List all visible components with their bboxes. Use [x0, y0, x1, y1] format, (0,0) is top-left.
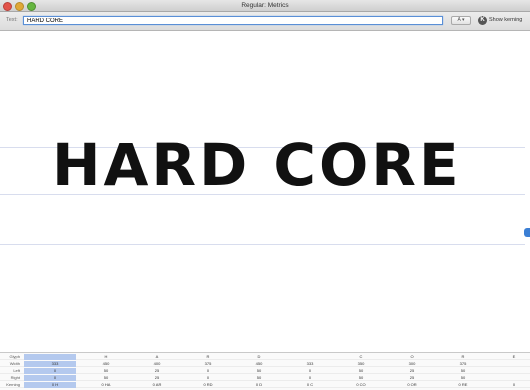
glyph-row: Glyph HARDCORE: [0, 354, 530, 360]
left-cell[interactable]: 50: [342, 368, 380, 374]
preview-text-input[interactable]: [23, 16, 443, 25]
right-row: Right 0 50 25 0 50 0 50 25 50: [0, 375, 530, 381]
kerning-cell[interactable]: 0 OR: [393, 382, 431, 388]
kerning-row: Kerning 0 H0 HA 0 AR 0 RD 0 D0 C0 CO 0 OR 0 R…: [0, 382, 530, 388]
preview-glyph-text: HARD CORE: [52, 131, 462, 199]
window-title: Regular: Metrics: [241, 2, 289, 9]
width-row: Width 333 450 400 375 450 333 350 300 375: [0, 361, 530, 367]
left-cell[interactable]: 0: [291, 368, 329, 374]
width-cell[interactable]: 333: [291, 361, 329, 367]
selected-cell: [24, 354, 76, 360]
width-cell[interactable]: 450: [240, 361, 278, 367]
kerning-cell[interactable]: 0 RE: [444, 382, 482, 388]
text-field-label: Text:: [6, 17, 18, 23]
kerning-cell[interactable]: 0 AR: [138, 382, 176, 388]
glyph-cell[interactable]: O: [393, 354, 431, 360]
width-cell[interactable]: 400: [138, 361, 176, 367]
glyph-cell[interactable]: R: [444, 354, 482, 360]
kerning-cell[interactable]: 0 HA: [87, 382, 125, 388]
glyph-cell[interactable]: E: [495, 354, 530, 360]
vertical-scroll-knob[interactable]: [524, 228, 530, 237]
glyph-preview-canvas[interactable]: HARD CORE: [0, 31, 530, 350]
show-kerning-label[interactable]: Show kerning: [489, 17, 522, 23]
right-cell[interactable]: 50: [240, 375, 278, 381]
glyph-cell[interactable]: D: [240, 354, 278, 360]
left-cell[interactable]: 25: [138, 368, 176, 374]
metrics-toolbar: Text: A ▾ K Show kerning: [0, 12, 530, 31]
kerning-cell[interactable]: 0: [495, 382, 530, 388]
width-cell[interactable]: 375: [189, 361, 227, 367]
right-cell[interactable]: 25: [393, 375, 431, 381]
width-cell[interactable]: 333: [36, 361, 74, 367]
right-cell[interactable]: 25: [138, 375, 176, 381]
kerning-cell[interactable]: 0 CO: [342, 382, 380, 388]
left-cell[interactable]: 0: [36, 368, 74, 374]
title-bar: Regular: Metrics: [0, 0, 530, 12]
width-cell[interactable]: 300: [393, 361, 431, 367]
glyph-cell[interactable]: R: [189, 354, 227, 360]
glyph-size-popup[interactable]: A ▾: [451, 16, 471, 25]
kerning-toggle-icon[interactable]: K: [478, 16, 487, 25]
left-cell[interactable]: 25: [393, 368, 431, 374]
right-cell[interactable]: 50: [342, 375, 380, 381]
kerning-cell[interactable]: 0 C: [291, 382, 329, 388]
width-cell[interactable]: 350: [342, 361, 380, 367]
right-cell[interactable]: 0: [36, 375, 74, 381]
left-cell[interactable]: 0: [189, 368, 227, 374]
left-cell[interactable]: 50: [87, 368, 125, 374]
glyph-cell[interactable]: H: [87, 354, 125, 360]
width-cell[interactable]: 450: [87, 361, 125, 367]
kerning-cell[interactable]: 0 D: [240, 382, 278, 388]
kerning-cell[interactable]: 0 RD: [189, 382, 227, 388]
left-row: Left 0 50 25 0 50 0 50 25 50: [0, 368, 530, 374]
left-cell[interactable]: 50: [240, 368, 278, 374]
glyph-cell[interactable]: A: [138, 354, 176, 360]
right-cell[interactable]: 50: [87, 375, 125, 381]
right-cell[interactable]: 0: [189, 375, 227, 381]
left-cell[interactable]: 50: [444, 368, 482, 374]
right-cell[interactable]: 0: [291, 375, 329, 381]
descender-guideline: [0, 244, 525, 245]
glyph-cell[interactable]: C: [342, 354, 380, 360]
kerning-cell[interactable]: 0 H: [36, 382, 74, 388]
width-cell[interactable]: 375: [444, 361, 482, 367]
metrics-table: Glyph HARDCORE Width 333 450 400 375 450 333 3…: [0, 352, 530, 390]
right-cell[interactable]: 50: [444, 375, 482, 381]
